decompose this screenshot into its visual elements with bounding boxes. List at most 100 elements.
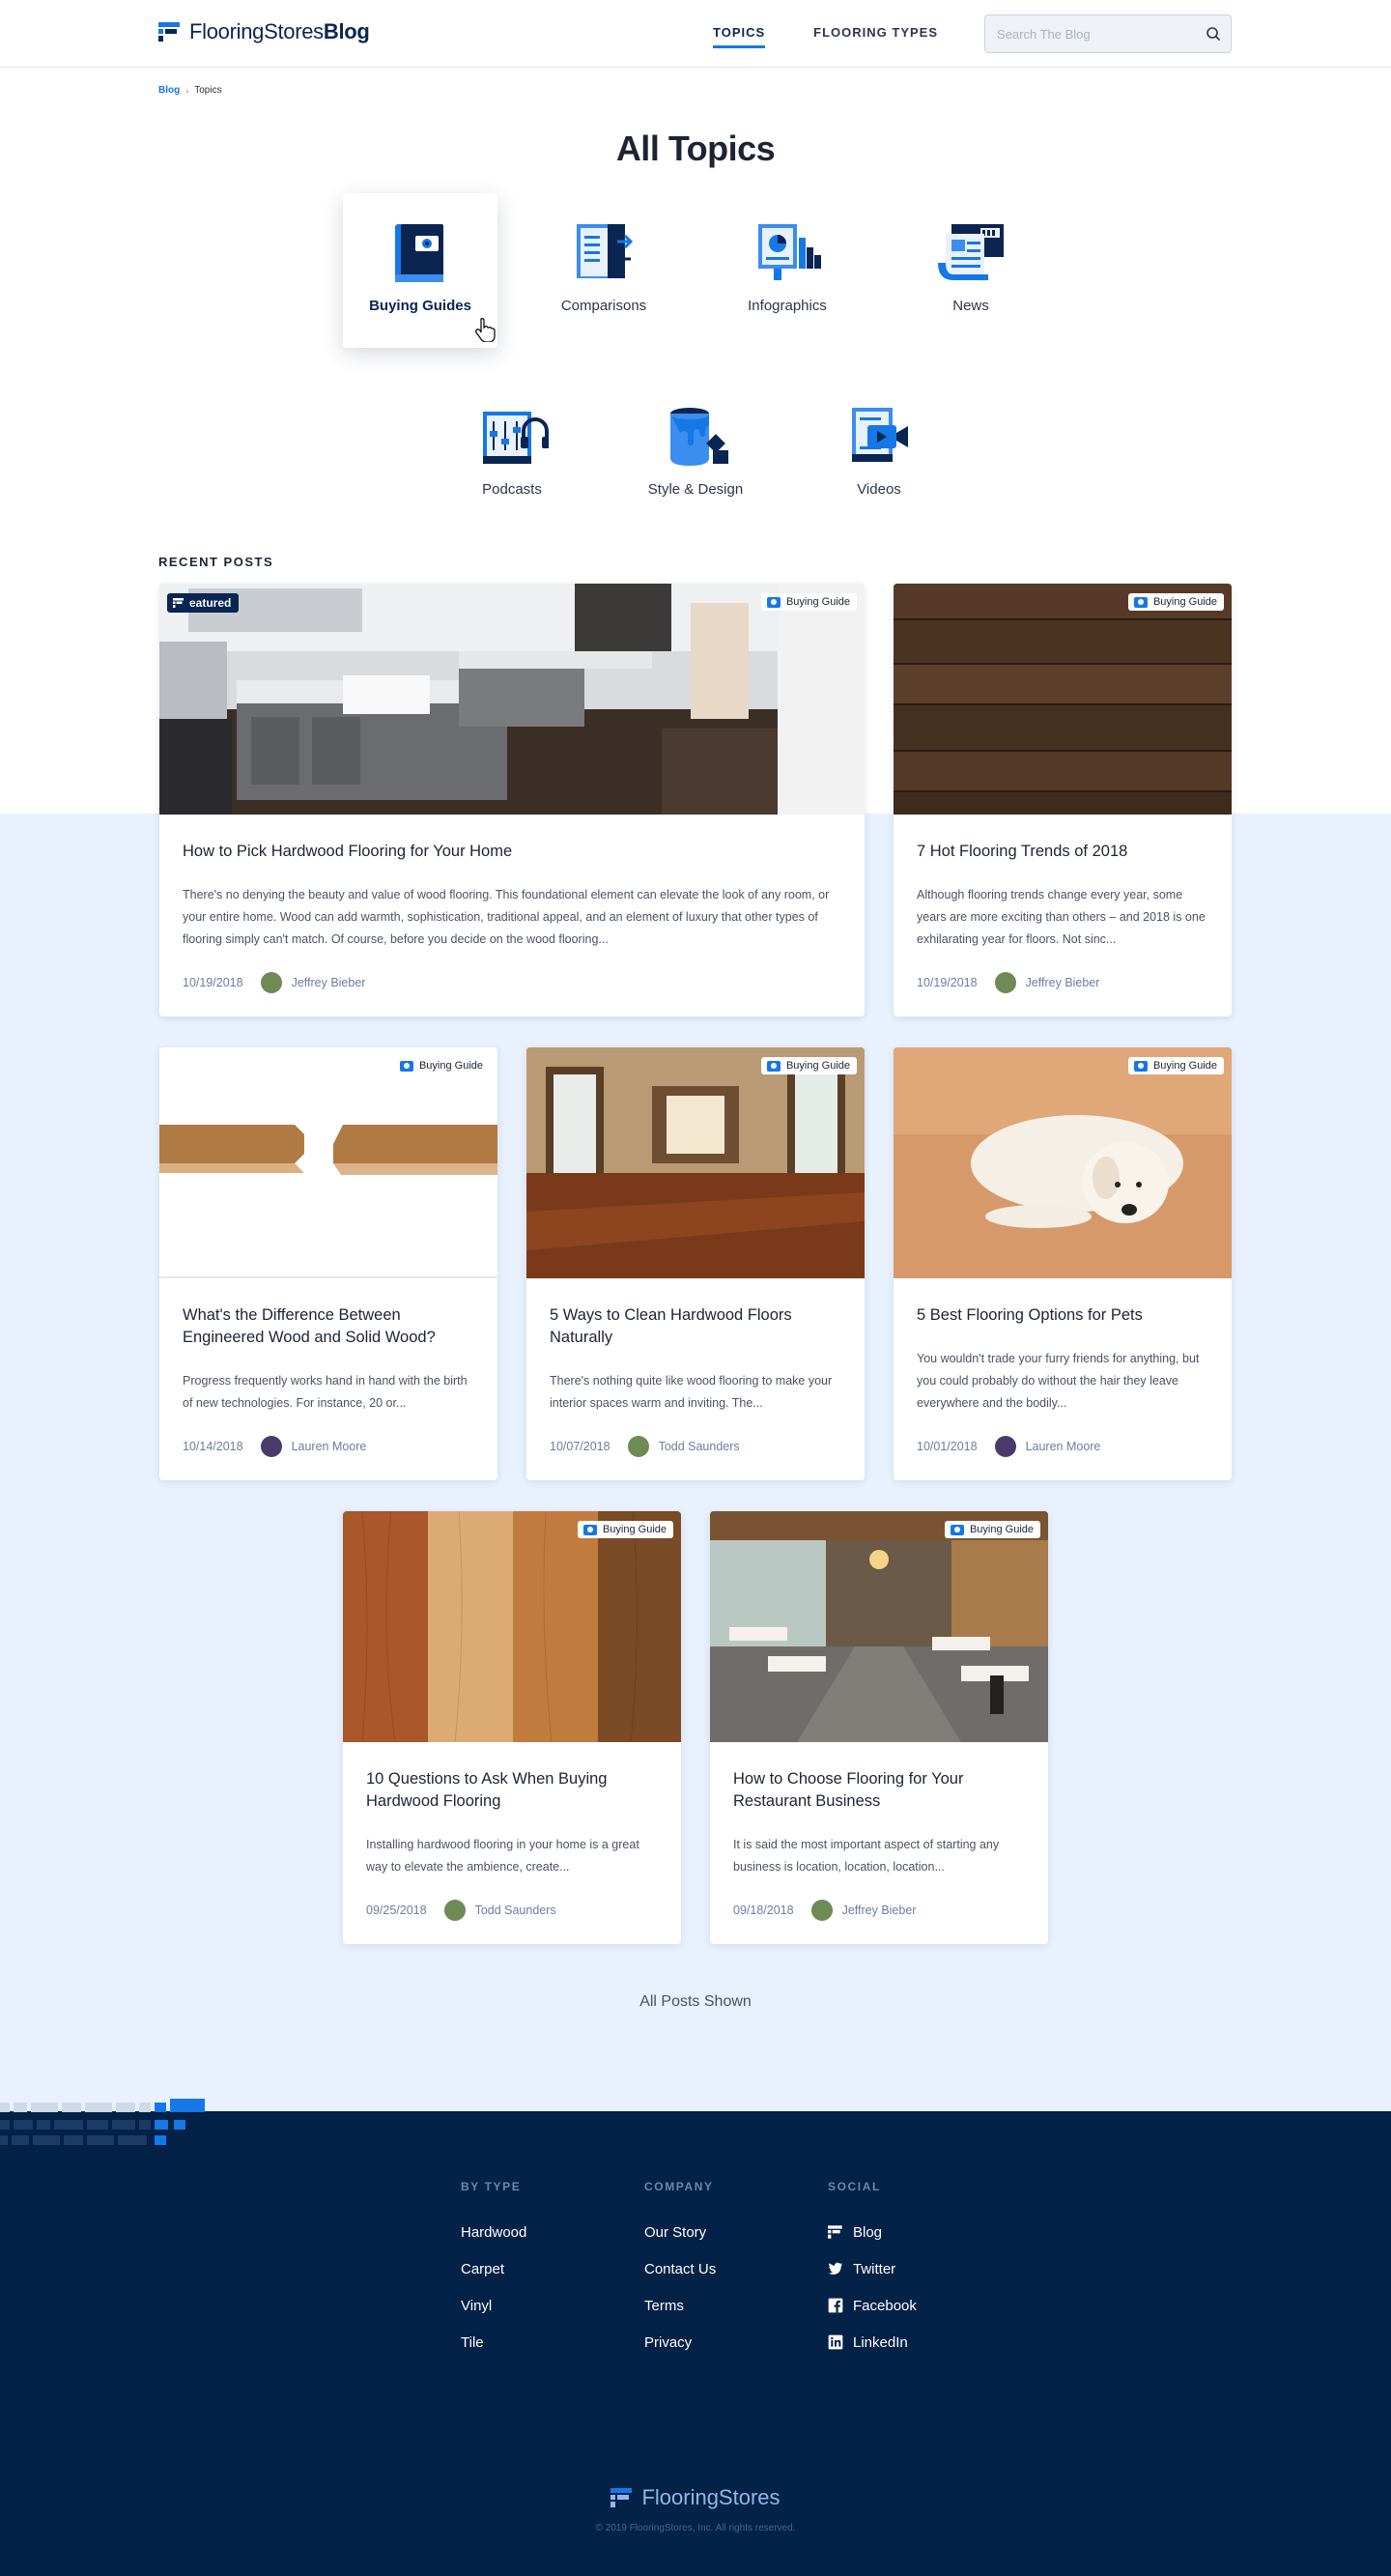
breadcrumb-blog[interactable]: Blog	[158, 85, 180, 96]
avatar	[260, 972, 282, 993]
post-title[interactable]: 5 Ways to Clean Hardwood Floors Naturall…	[550, 1304, 841, 1349]
post-card[interactable]: Buying Guide 5 Ways to Clean Hardwood Fl…	[526, 1047, 865, 1480]
post-body: 10 Questions to Ask When Buying Hardwood…	[366, 1742, 658, 1944]
paint-bucket-icon	[670, 408, 728, 466]
footer-link-tile[interactable]: Tile	[461, 2319, 526, 2365]
footer-link-label: Blog	[853, 2223, 883, 2241]
search-icon[interactable]	[1206, 26, 1221, 42]
post-excerpt: Although flooring trends change every ye…	[917, 888, 1206, 946]
chart-board-icon	[758, 224, 821, 280]
newspaper-icon	[938, 224, 1004, 280]
restaurant-photo	[710, 1511, 1048, 1742]
category-badge[interactable]: Buying Guide	[393, 1057, 490, 1074]
post-title[interactable]: How to Choose Flooring for Your Restaura…	[733, 1768, 1025, 1813]
search-box	[984, 14, 1232, 53]
post-date: 10/19/2018	[917, 976, 978, 989]
category-badge[interactable]: Buying Guide	[577, 1521, 673, 1538]
topic-label: Videos	[857, 481, 901, 498]
topic-news[interactable]: News	[894, 193, 1048, 348]
topic-podcasts[interactable]: Podcasts	[435, 377, 589, 531]
avatar	[260, 1436, 282, 1457]
post-card[interactable]: Buying Guide 7 Hot Flooring Trends of 20…	[894, 584, 1232, 1016]
post-body: 7 Hot Flooring Trends of 2018 Although f…	[917, 815, 1208, 1016]
post-author[interactable]: Lauren Moore	[1026, 1440, 1101, 1453]
nav-topics[interactable]: TOPICS	[713, 25, 766, 48]
site-header: FlooringStoresBlog TOPICS FLOORING TYPES	[0, 0, 1391, 68]
badge-label: Buying Guide	[602, 1524, 667, 1535]
post-body: 5 Best Flooring Options for Pets You wou…	[917, 1278, 1208, 1480]
avatar	[443, 1900, 466, 1921]
post-excerpt: Installing hardwood flooring in your hom…	[366, 1838, 639, 1874]
post-meta: 09/18/2018 Jeffrey Bieber	[733, 1900, 916, 1921]
post-author[interactable]: Jeffrey Bieber	[842, 1903, 917, 1917]
recent-posts-heading: RECENT POSTS	[158, 555, 274, 569]
footer-link-privacy[interactable]: Privacy	[644, 2319, 716, 2365]
avatar	[810, 1900, 833, 1921]
main-nav: TOPICS FLOORING TYPES	[713, 25, 938, 48]
topic-label: Style & Design	[647, 481, 744, 498]
post-excerpt: You wouldn't trade your furry friends fo…	[917, 1352, 1200, 1410]
badge-label: Buying Guide	[1152, 596, 1217, 608]
category-badge[interactable]: Buying Guide	[760, 593, 857, 611]
post-meta: 10/14/2018 Lauren Moore	[183, 1436, 366, 1457]
post-meta: 10/19/2018 Jeffrey Bieber	[917, 972, 1099, 993]
category-badge[interactable]: Buying Guide	[944, 1521, 1040, 1538]
post-meta: 09/25/2018 Todd Saunders	[366, 1900, 556, 1921]
post-title[interactable]: 5 Best Flooring Options for Pets	[917, 1304, 1208, 1327]
badge-label: Buying Guide	[969, 1524, 1034, 1535]
logo-brand: FlooringStores	[189, 19, 324, 43]
post-excerpt: It is said the most important aspect of …	[733, 1838, 1000, 1874]
category-badge[interactable]: Buying Guide	[1127, 593, 1224, 611]
post-author[interactable]: Lauren Moore	[292, 1440, 367, 1453]
post-title[interactable]: 10 Questions to Ask When Buying Hardwood…	[366, 1768, 658, 1813]
search-input[interactable]	[985, 15, 1188, 52]
footer-link-label: Facebook	[853, 2297, 917, 2314]
post-author[interactable]: Jeffrey Bieber	[292, 976, 366, 989]
post-card[interactable]: Buying Guide 5 Best Flooring Options for…	[894, 1047, 1232, 1480]
post-meta: 10/19/2018 Jeffrey Bieber	[183, 972, 365, 993]
topic-label: News	[952, 298, 989, 314]
category-badge[interactable]: Buying Guide	[760, 1057, 857, 1074]
footer-link-linkedin[interactable]: LinkedIn	[828, 2319, 917, 2365]
footer-column-by-type: BY TYPE Hardwood Carpet Vinyl Tile	[461, 2180, 526, 2365]
footer-logo[interactable]: FlooringStores	[0, 2485, 1391, 2510]
comparison-icon	[577, 224, 634, 278]
topic-comparisons[interactable]: Comparisons	[526, 193, 681, 348]
hardwood-room-photo	[526, 1047, 865, 1278]
topic-infographics[interactable]: Infographics	[710, 193, 865, 348]
post-card[interactable]: Buying Guide What's the Difference Betwe…	[159, 1047, 497, 1480]
post-title[interactable]: 7 Hot Flooring Trends of 2018	[917, 841, 1208, 863]
hand-cursor-icon	[475, 318, 496, 342]
all-posts-shown: All Posts Shown	[639, 1993, 752, 2010]
footer-link-label: LinkedIn	[853, 2333, 908, 2351]
post-card[interactable]: Buying Guide How to Choose Flooring for …	[710, 1511, 1048, 1944]
site-logo[interactable]: FlooringStoresBlog	[158, 19, 370, 44]
badge-label: Buying Guide	[785, 1060, 850, 1072]
topic-label: Podcasts	[482, 481, 542, 498]
footer-column-social: SOCIAL Blog Twitter Facebook LinkedIn	[828, 2180, 917, 2365]
post-title[interactable]: What's the Difference Between Engineered…	[183, 1304, 474, 1349]
post-author[interactable]: Todd Saunders	[475, 1903, 556, 1917]
post-card[interactable]: Buying Guide 10 Questions to Ask When Bu…	[343, 1511, 681, 1944]
buying-guide-icon	[766, 596, 781, 608]
post-date: 10/19/2018	[183, 976, 243, 989]
post-author[interactable]: Todd Saunders	[659, 1440, 740, 1453]
footer-heading: COMPANY	[644, 2180, 714, 2193]
post-meta: 10/07/2018 Todd Saunders	[550, 1436, 740, 1457]
post-body: How to Pick Hardwood Flooring for Your H…	[183, 815, 841, 1016]
post-title[interactable]: How to Pick Hardwood Flooring for Your H…	[183, 841, 841, 863]
linkedin-icon	[828, 2334, 843, 2350]
post-card[interactable]: eatured Buying Guide How to Pick Hardwoo…	[159, 584, 865, 1016]
topic-label: Infographics	[748, 298, 827, 314]
topic-videos[interactable]: Videos	[802, 377, 956, 531]
category-badge[interactable]: Buying Guide	[1127, 1057, 1224, 1074]
pixel-pattern-icon	[0, 2099, 205, 2145]
buying-guide-icon	[1133, 1060, 1148, 1072]
footer-link-label: Twitter	[853, 2260, 896, 2277]
post-date: 10/14/2018	[183, 1440, 243, 1453]
nav-flooring-types[interactable]: FLOORING TYPES	[813, 25, 938, 48]
post-author[interactable]: Jeffrey Bieber	[1026, 976, 1100, 989]
copyright: © 2019 FlooringStores, Inc. All rights r…	[595, 2523, 796, 2533]
topic-style-design[interactable]: Style & Design	[618, 377, 773, 531]
footer-heading: SOCIAL	[828, 2180, 881, 2193]
